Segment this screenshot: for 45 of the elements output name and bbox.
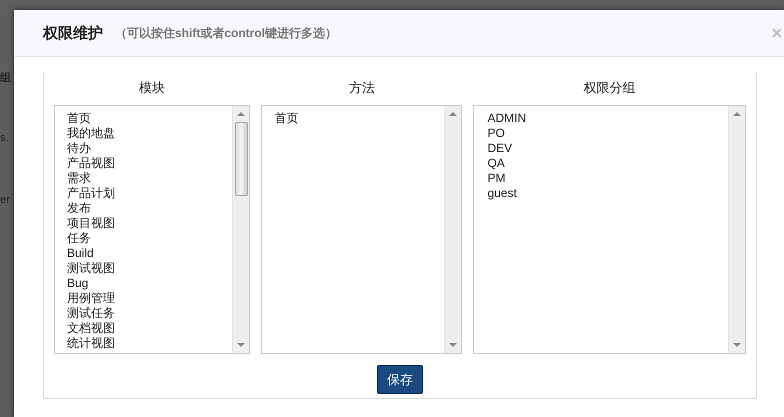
list-option[interactable]: 项目视图 — [67, 216, 232, 231]
multi-select-list[interactable]: ADMIN PO DEV QA PM guest — [473, 105, 746, 354]
scrollbar-thumb[interactable] — [234, 122, 248, 196]
list-option[interactable]: 统计视图 — [67, 336, 232, 351]
list-option[interactable]: guest — [487, 186, 728, 201]
background-text: s. — [0, 132, 10, 146]
multi-select-list[interactable]: 首页 我的地盘 待办 产品视图 需求 产品计划 发布 项目视图 任务 Build 测试视图 Bug 用例管理 测试任务 文档视图 统计视图 — [54, 105, 250, 354]
list-option[interactable]: 待办 — [67, 141, 232, 156]
scroll-up-arrow-icon[interactable] — [733, 112, 742, 116]
dialog-title: 权限维护 — [43, 24, 103, 42]
multi-select-list[interactable]: 首页 — [261, 105, 462, 354]
list-option[interactable]: 产品计划 — [67, 186, 232, 201]
background-text: 组 — [0, 71, 12, 84]
list-option[interactable]: 测试任务 — [67, 306, 232, 321]
list-option[interactable]: Bug — [67, 276, 232, 291]
list-option[interactable]: ADMIN — [487, 111, 728, 126]
list-option[interactable]: 首页 — [67, 111, 232, 126]
scrollbar[interactable] — [232, 106, 250, 353]
list-option[interactable]: 任务 — [67, 231, 232, 246]
list-option[interactable]: Build — [67, 246, 232, 261]
list-option[interactable]: DEV — [487, 141, 728, 156]
list-option[interactable]: 发布 — [67, 201, 232, 216]
column-heading: 模块 — [138, 79, 166, 97]
list-option[interactable]: 测试视图 — [67, 261, 232, 276]
column-heading: 方法 — [348, 79, 376, 97]
dialog-hint: （可以按住shift或者control键进行多选） — [115, 24, 337, 42]
scroll-up-arrow-icon[interactable] — [449, 112, 458, 116]
list-option[interactable]: PO — [487, 126, 728, 141]
list-option[interactable]: 产品视图 — [67, 156, 232, 171]
list-option[interactable]: 我的地盘 — [67, 126, 232, 141]
list-option[interactable]: 文档视图 — [67, 321, 232, 336]
list-option[interactable]: 用例管理 — [67, 291, 232, 306]
scroll-down-arrow-icon[interactable] — [449, 343, 458, 347]
list-option[interactable]: 需求 — [67, 171, 232, 186]
scroll-down-arrow-icon[interactable] — [733, 343, 742, 347]
scrollbar[interactable] — [728, 106, 746, 353]
scroll-up-arrow-icon[interactable] — [237, 112, 246, 116]
scroll-down-arrow-icon[interactable] — [237, 343, 246, 347]
scrollbar[interactable] — [444, 106, 462, 353]
list-option[interactable]: 首页 — [274, 111, 444, 126]
list-option[interactable]: QA — [487, 156, 728, 171]
save-button[interactable]: 保存 — [377, 365, 423, 394]
background-text: er — [0, 194, 11, 208]
list-option[interactable]: PM — [487, 171, 728, 186]
column-heading: 权限分组 — [582, 79, 637, 97]
